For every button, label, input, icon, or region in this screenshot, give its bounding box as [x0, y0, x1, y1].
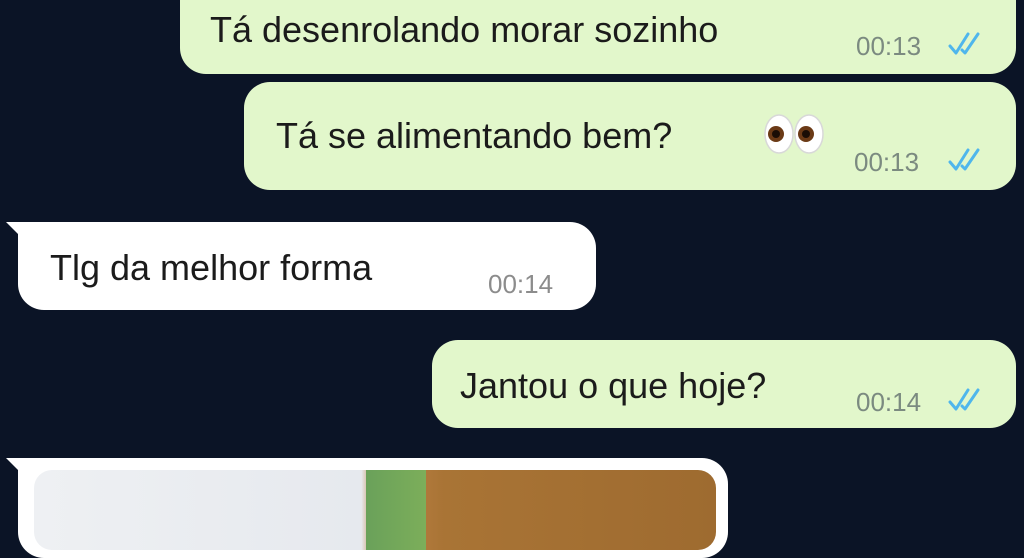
message-time: 00:13 [856, 31, 922, 61]
message-text: Jantou o que hoje? [460, 365, 767, 406]
message-text: Tlg da melhor forma [50, 247, 373, 288]
double-check-read-icon [948, 388, 980, 411]
outgoing-message-bubble[interactable]: Tá desenrolando morar sozinho 00:13 [180, 0, 1016, 74]
chat-area: Tá desenrolando morar sozinho 00:13 Tá s… [0, 0, 1024, 558]
shared-photo[interactable] [34, 470, 716, 550]
outgoing-message-bubble[interactable]: Jantou o que hoje? 00:14 [432, 340, 1016, 428]
message-time: 00:14 [488, 269, 554, 299]
double-check-read-icon [948, 32, 980, 55]
double-check-read-icon [948, 148, 980, 171]
message-time: 00:13 [854, 147, 920, 177]
outgoing-message-bubble[interactable]: Tá se alimentando bem? 00:13 [244, 82, 1016, 190]
eyes-emoji [764, 114, 824, 154]
message-text: Tá desenrolando morar sozinho [210, 9, 719, 50]
incoming-message-bubble[interactable]: Tlg da melhor forma 00:14 [18, 222, 596, 310]
message-text: Tá se alimentando bem? [276, 115, 673, 156]
message-time: 00:14 [856, 387, 922, 417]
photo-region [366, 470, 426, 550]
